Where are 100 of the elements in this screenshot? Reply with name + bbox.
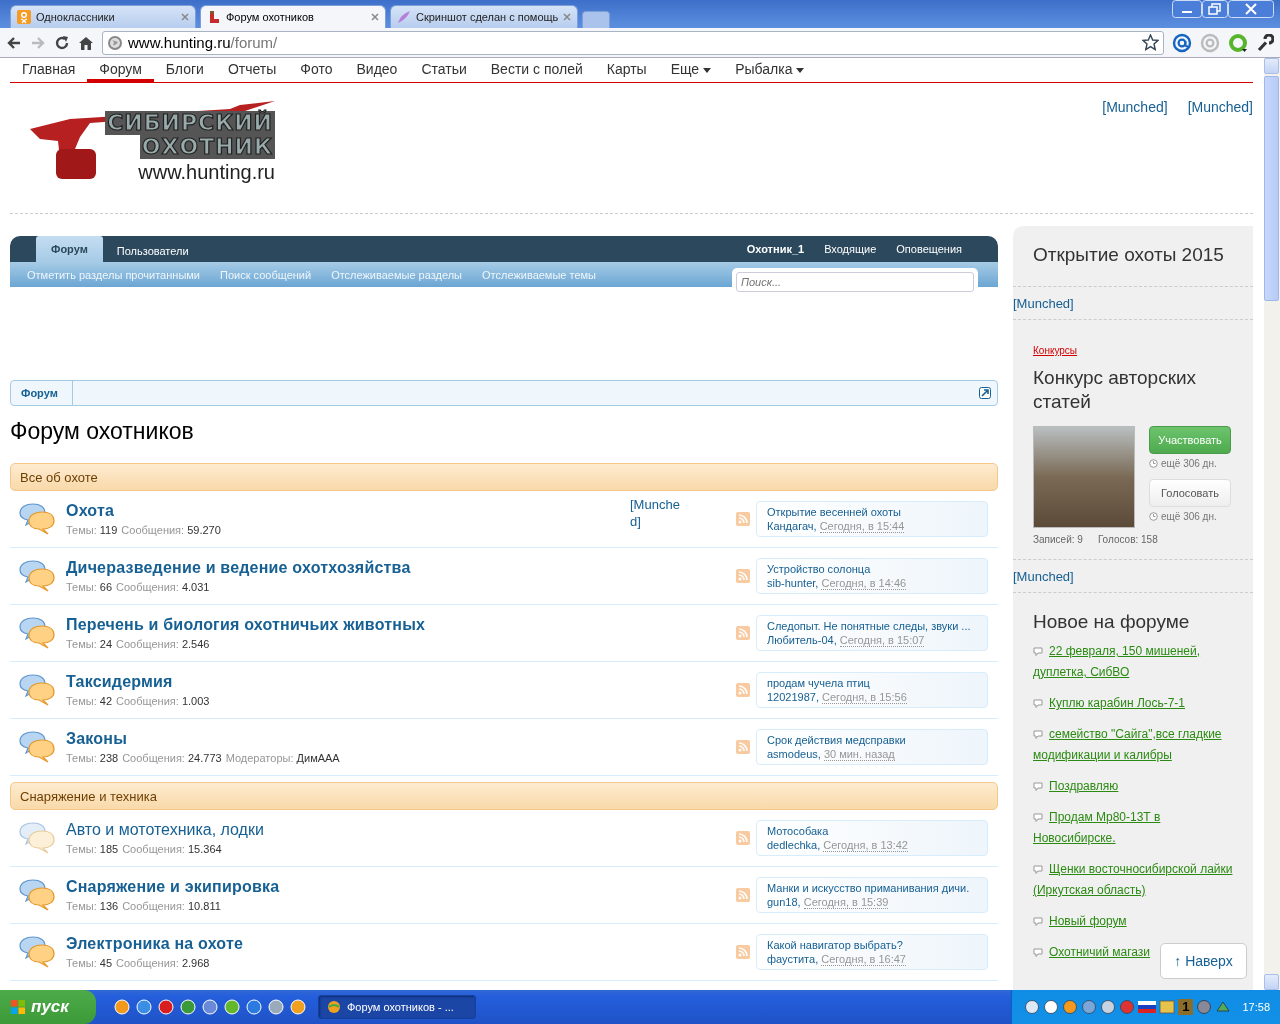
address-bar[interactable]: www.hunting.ru/forum/ [102, 30, 1164, 55]
star-icon[interactable] [1142, 34, 1159, 51]
site-nav-link[interactable]: Рыбалка [723, 58, 817, 82]
last-post-link[interactable]: Срок действия медсправки [767, 734, 906, 746]
forum-title-link[interactable]: Законы [66, 730, 128, 747]
author-link[interactable]: gun18, [767, 896, 801, 908]
site-nav-link[interactable]: Статьи [409, 58, 479, 82]
forum-title-link[interactable]: Таксидермия [66, 673, 173, 690]
last-post-link[interactable]: Следопыт. Не понятные следы, звуки ... [767, 620, 971, 632]
last-post-link[interactable]: Манки и искусство приманивания дичи. [767, 882, 970, 894]
forum-title-link[interactable]: Охота [66, 502, 115, 519]
restore-icon[interactable] [1202, 0, 1228, 18]
close-icon[interactable] [371, 13, 379, 21]
category-link[interactable]: Конкурсы [1033, 345, 1078, 356]
header-link[interactable]: [Munched] [1102, 99, 1168, 213]
last-post-link[interactable]: Мотособака [767, 825, 829, 837]
close-icon[interactable] [181, 13, 189, 21]
search-field[interactable]: Поиск... [736, 272, 974, 292]
site-nav-link[interactable]: Вести с полей [478, 58, 595, 82]
quick-launch-icon[interactable] [246, 999, 262, 1015]
site-nav-link[interactable]: Карты [594, 58, 659, 82]
ring-icon[interactable] [1228, 32, 1248, 53]
tray-badge[interactable]: 1 [1178, 999, 1194, 1015]
browser-tab[interactable]: Скриншот сделан с помощь [390, 5, 579, 28]
flag-icon[interactable] [1138, 1001, 1157, 1013]
ad-link[interactable]: [Munched] [630, 496, 686, 530]
tray-icon[interactable] [1024, 999, 1041, 1015]
site-nav-link[interactable]: Блоги [153, 58, 216, 82]
at-sign-icon[interactable] [1172, 32, 1192, 53]
close-icon[interactable] [563, 13, 572, 21]
quick-launch-icon[interactable] [158, 999, 174, 1015]
quick-launch-icon[interactable] [224, 999, 240, 1015]
author-link[interactable]: Любитель-04, [767, 634, 837, 646]
speaker-icon[interactable] [1196, 999, 1213, 1015]
forum-title-link[interactable]: Снаряжение и экипировка [66, 878, 280, 895]
last-post-link[interactable]: продам чучела птиц [767, 677, 870, 689]
author-link[interactable]: dedlechka, [767, 839, 821, 851]
scrollbar[interactable] [1264, 58, 1280, 990]
quick-launch-icon[interactable] [136, 999, 152, 1015]
widget-title: Новое на форуме [1032, 610, 1191, 634]
wrench-icon[interactable] [1256, 33, 1274, 52]
quick-launch-icon[interactable] [114, 999, 130, 1015]
new-tab-button[interactable] [582, 11, 611, 28]
quick-launch-icon[interactable] [202, 999, 218, 1015]
site-nav-link[interactable]: Главная [10, 58, 88, 82]
new-topic-link[interactable]: Щенки восточносибирской лайки (Иркутская область) [1033, 859, 1233, 901]
back-arrow-icon[interactable] [6, 34, 22, 51]
time-remaining: ещё 306 дн. [1161, 458, 1217, 469]
reload-icon[interactable] [54, 34, 70, 51]
sidebar-link[interactable]: [Munched] [1013, 287, 1253, 319]
new-topic-link[interactable]: Новый форум [1033, 911, 1127, 932]
username-link[interactable]: Охотник_1 [736, 236, 815, 262]
author-link[interactable]: фаустита, [767, 953, 819, 965]
author-link[interactable]: 12021987, [767, 691, 819, 703]
tray-icon[interactable] [1062, 999, 1079, 1015]
site-nav-link[interactable]: Видео [344, 58, 410, 82]
new-topic-link[interactable]: 22 февраля, 150 мишеней, дуплетка, СибВО [1033, 641, 1233, 683]
tray-icon[interactable] [1215, 999, 1232, 1015]
back-to-top-button[interactable]: ↑ Наверх [1160, 943, 1247, 979]
forum-title-link[interactable]: Дичеразведение и ведение охотхозяйства [66, 559, 411, 576]
last-post-link[interactable]: Устройство солонца [767, 563, 871, 575]
expand-arrow-icon[interactable] [979, 387, 991, 399]
forum-nav-tab[interactable]: Форум [36, 236, 103, 262]
new-topic-link[interactable]: семейство "Сайга",все гладкие модификации и калибры [1033, 724, 1233, 766]
quick-launch-icon[interactable] [180, 999, 196, 1015]
new-topic-link[interactable]: Продам Мр80-13Т в Новосибирске. [1033, 807, 1233, 849]
browser-tab[interactable]: Форум охотников [200, 5, 386, 28]
sidebar-link[interactable]: [Munched] [1013, 560, 1253, 592]
site-nav-link[interactable]: Отчеты [215, 58, 289, 82]
forum-title-link[interactable]: Авто и мототехника, лодки [66, 821, 264, 838]
contest-button[interactable]: Голосовать [1149, 479, 1231, 507]
quick-launch-icon[interactable] [290, 999, 306, 1015]
tray-icon[interactable] [1081, 999, 1098, 1015]
new-topic-link[interactable]: Куплю карабин Лось-7-1 [1033, 693, 1186, 714]
site-nav-link[interactable]: Форум [87, 58, 154, 82]
author-link[interactable]: sib-hunter, [767, 577, 819, 589]
forum-nav-tab[interactable]: Пользователи [102, 240, 203, 262]
forum-nav-link[interactable]: Оповещения [886, 236, 972, 262]
minimize-icon[interactable] [1172, 0, 1202, 18]
new-topic-link[interactable]: Поздравляю [1033, 776, 1119, 797]
tray-icon[interactable] [1043, 999, 1060, 1015]
author-link[interactable]: asmodeus, [767, 748, 821, 760]
header-link[interactable]: [Munched] [1187, 99, 1253, 213]
site-nav-link[interactable]: Еще [658, 58, 724, 82]
browser-tab[interactable]: Одноклассники [10, 5, 196, 28]
last-post-link[interactable]: Какой навигатор выбрать? [767, 939, 903, 951]
ball-icon [327, 1000, 341, 1014]
site-nav-link[interactable]: Фото [288, 58, 345, 82]
new-topic-link[interactable]: Охотничий магази [1033, 942, 1151, 963]
quick-launch-icon[interactable] [268, 999, 284, 1015]
last-post-link[interactable]: Открытие весенней охоты [767, 506, 901, 518]
caret-icon [703, 67, 712, 73]
tray-icon[interactable] [1100, 999, 1117, 1015]
breadcrumb-link[interactable]: Форум [11, 381, 73, 405]
forum-title-link[interactable]: Электроника на охоте [66, 935, 244, 952]
author-link[interactable]: Кандагач, [767, 520, 817, 532]
taskbar-button[interactable]: Форум охотников - ... [318, 995, 476, 1019]
forum-nav-link[interactable]: Входящие [814, 236, 887, 262]
forum-title-link[interactable]: Перечень и биология охотничьих животных [66, 616, 426, 633]
home-icon[interactable] [78, 34, 94, 51]
